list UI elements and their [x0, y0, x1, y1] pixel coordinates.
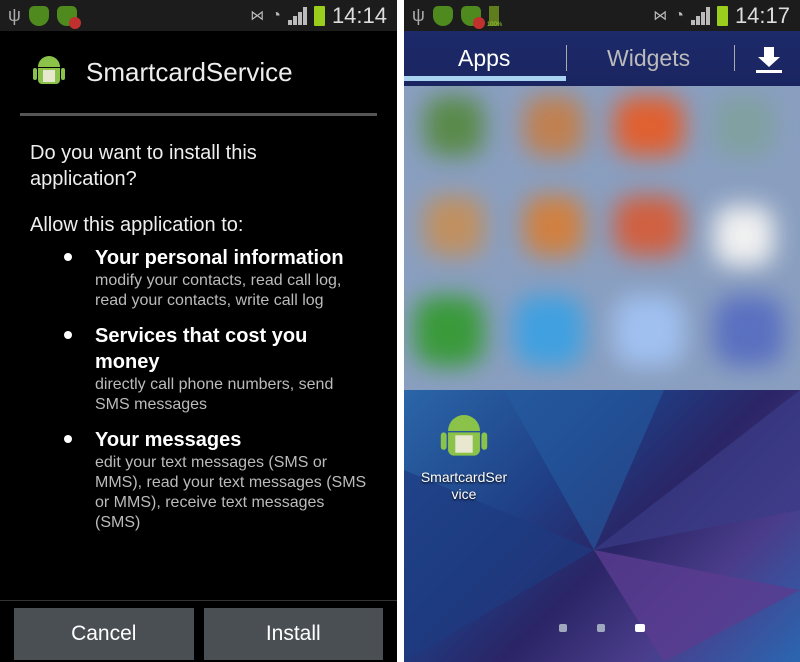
tab-separator	[566, 45, 567, 71]
permission-detail: modify your contacts, read call log, rea…	[95, 272, 342, 309]
app-icon-smartcardservice[interactable]: SmartcardSer vice	[412, 415, 516, 503]
battery-icon	[313, 5, 325, 26]
bullet	[64, 331, 72, 339]
antivirus-alert-icon	[460, 5, 485, 29]
antivirus-icon	[432, 5, 453, 26]
vibrate-mute-icon: ⋈	[250, 7, 265, 23]
status-bar: ψ 100% ⋈ ◔ 14:17	[404, 0, 800, 31]
app-drawer-screen: ψ 100% ⋈ ◔ 14:17 Apps Widgets SmartcardS…	[404, 0, 800, 662]
permission-title: Your personal information	[95, 247, 344, 269]
button-bar: Cancel Install	[0, 600, 397, 662]
install-question: Do you want to install this application?	[30, 142, 257, 190]
permission-detail: edit your text messages (SMS or MMS), re…	[95, 454, 367, 531]
page-dot[interactable]	[559, 624, 567, 632]
page-indicator	[404, 624, 800, 632]
permission-title: Services that cost you money	[95, 325, 308, 373]
android-app-icon	[33, 56, 65, 88]
usb-icon: ψ	[8, 5, 21, 25]
bullet	[64, 253, 72, 261]
allow-label: Allow this application to:	[30, 214, 244, 236]
signal-icon	[287, 6, 307, 25]
android-app-icon	[440, 415, 488, 482]
tab-apps[interactable]: Apps	[458, 45, 510, 72]
cancel-button[interactable]: Cancel	[14, 608, 194, 660]
vibrate-mute-icon: ⋈	[653, 7, 668, 23]
permissions-list[interactable]: Do you want to install this application?…	[0, 116, 397, 596]
install-button[interactable]: Install	[203, 608, 383, 660]
blurred-background	[404, 86, 800, 390]
app-title: SmartcardService	[86, 56, 293, 87]
permission-title: Your messages	[95, 429, 242, 451]
clock: 14:17	[734, 2, 790, 28]
antivirus-icon	[28, 5, 49, 26]
signal-icon	[690, 6, 710, 25]
tab-separator	[734, 45, 735, 71]
usb-icon: ψ	[412, 5, 425, 25]
wifi-icon: ◔	[674, 6, 684, 24]
active-tab-indicator	[404, 76, 566, 81]
antivirus-alert-icon	[56, 5, 81, 29]
battery-icon	[716, 5, 728, 26]
permission-item: Your personal information modify your con…	[30, 245, 367, 311]
battery-full-notification-icon: 100%	[487, 5, 502, 28]
bullet	[64, 435, 72, 443]
page-dot[interactable]	[597, 624, 605, 632]
download-icon[interactable]	[754, 45, 784, 75]
status-bar: ψ ⋈ ◔ 14:14	[0, 0, 397, 31]
permission-item: Your messages edit your text messages (SM…	[30, 427, 367, 533]
install-screen: ψ ⋈ ◔ 14:14 SmartcardService Do you want…	[0, 0, 397, 662]
dialog-header: SmartcardService	[0, 31, 397, 113]
tab-widgets[interactable]: Widgets	[607, 45, 690, 72]
page-dot-active[interactable]	[635, 624, 645, 632]
permission-detail: directly call phone numbers, send SMS me…	[95, 376, 334, 413]
clock: 14:14	[331, 2, 387, 28]
permission-item: Services that cost you money directly cal…	[30, 323, 367, 415]
wifi-icon: ◔	[271, 6, 281, 24]
